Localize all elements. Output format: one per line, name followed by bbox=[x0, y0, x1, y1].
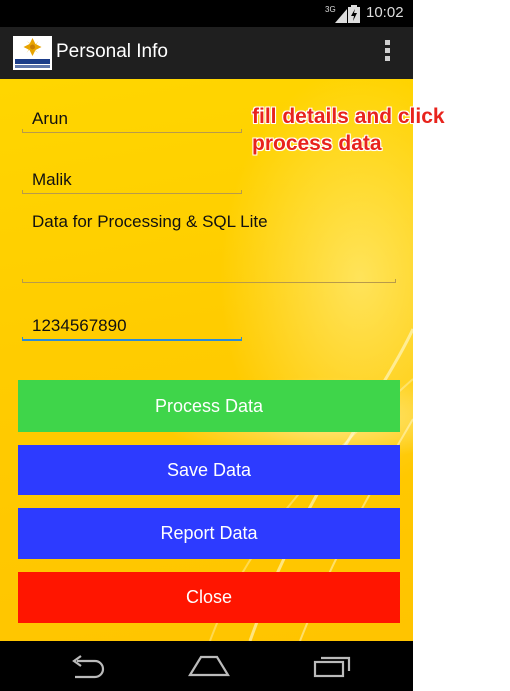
report-data-button[interactable]: Report Data bbox=[18, 508, 400, 559]
annotation-line-2: process data bbox=[252, 132, 382, 155]
network-type-label: 3G bbox=[325, 5, 336, 14]
recents-icon[interactable] bbox=[312, 653, 352, 679]
status-bar: 3G 10:02 bbox=[0, 0, 413, 27]
signal-icon: 3G bbox=[325, 5, 347, 23]
form-area: Arun Malik Data for Processing & SQL Lit… bbox=[0, 79, 413, 641]
annotation-line-1: fill details and click bbox=[252, 105, 445, 128]
clock: 10:02 bbox=[366, 4, 404, 21]
first-name-underline bbox=[22, 129, 242, 133]
phone-field[interactable]: 1234567890 bbox=[32, 316, 127, 336]
phone-underline bbox=[22, 337, 242, 341]
action-bar: Personal Info bbox=[0, 27, 413, 79]
close-button[interactable]: Close bbox=[18, 572, 400, 623]
save-data-button[interactable]: Save Data bbox=[18, 445, 400, 495]
last-name-underline bbox=[22, 190, 242, 194]
description-field[interactable]: Data for Processing & SQL Lite bbox=[32, 212, 268, 232]
page-title: Personal Info bbox=[56, 41, 168, 62]
process-data-button[interactable]: Process Data bbox=[18, 380, 400, 432]
description-underline bbox=[22, 279, 396, 283]
battery-icon bbox=[348, 5, 360, 23]
back-icon[interactable] bbox=[67, 653, 107, 679]
navigation-bar bbox=[0, 641, 413, 691]
home-icon[interactable] bbox=[187, 653, 231, 679]
overflow-menu-icon[interactable] bbox=[380, 40, 394, 66]
last-name-field[interactable]: Malik bbox=[32, 170, 72, 190]
app-logo-icon[interactable] bbox=[13, 36, 52, 70]
instruction-annotation: fill details and click process data bbox=[252, 103, 445, 157]
first-name-field[interactable]: Arun bbox=[32, 109, 68, 129]
